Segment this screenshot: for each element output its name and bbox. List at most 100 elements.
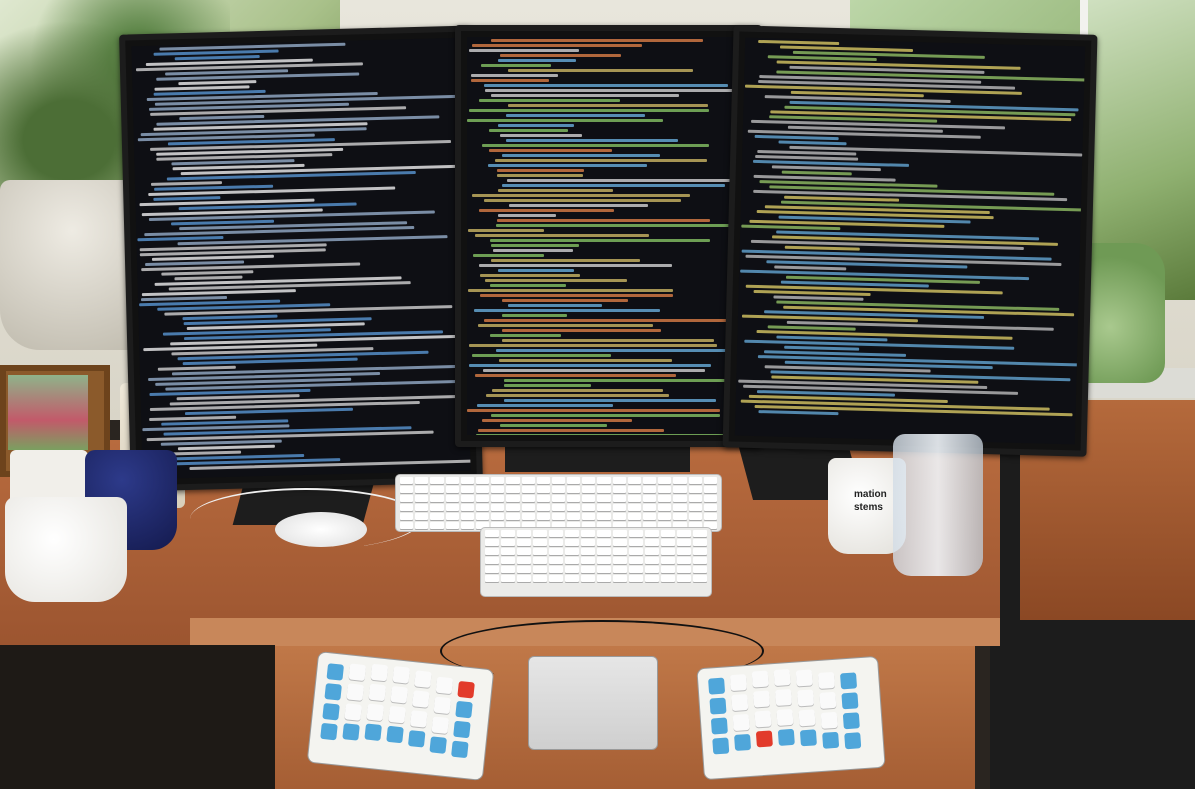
key[interactable] xyxy=(677,548,691,555)
key[interactable] xyxy=(677,575,691,582)
key[interactable] xyxy=(517,575,531,582)
split-key[interactable] xyxy=(734,733,752,751)
split-key[interactable] xyxy=(344,703,362,721)
key[interactable] xyxy=(506,504,520,511)
key[interactable] xyxy=(643,513,657,520)
key[interactable] xyxy=(612,495,626,502)
key[interactable] xyxy=(629,557,643,564)
key[interactable] xyxy=(661,548,675,555)
split-key[interactable] xyxy=(776,708,794,726)
split-key[interactable] xyxy=(729,674,747,692)
key[interactable] xyxy=(643,486,657,493)
key[interactable] xyxy=(430,486,444,493)
split-key[interactable] xyxy=(754,710,772,728)
key[interactable] xyxy=(597,575,611,582)
key[interactable] xyxy=(627,495,641,502)
key[interactable] xyxy=(582,486,596,493)
key[interactable] xyxy=(533,539,547,546)
key[interactable] xyxy=(445,495,459,502)
key[interactable] xyxy=(549,557,563,564)
split-key[interactable] xyxy=(822,731,840,749)
key[interactable] xyxy=(491,513,505,520)
key[interactable] xyxy=(629,566,643,573)
split-key[interactable] xyxy=(435,676,454,695)
key[interactable] xyxy=(460,513,474,520)
key[interactable] xyxy=(475,477,490,484)
key[interactable] xyxy=(645,557,659,564)
key[interactable] xyxy=(677,566,691,573)
split-key[interactable] xyxy=(392,666,411,684)
split-key[interactable] xyxy=(753,690,771,708)
key[interactable] xyxy=(693,539,707,546)
key[interactable] xyxy=(533,566,547,573)
key[interactable] xyxy=(673,486,687,493)
split-key[interactable] xyxy=(844,732,862,750)
key[interactable] xyxy=(643,495,657,502)
key[interactable] xyxy=(533,530,547,537)
key[interactable] xyxy=(415,486,429,493)
split-key[interactable] xyxy=(326,663,345,681)
key[interactable] xyxy=(501,539,515,546)
key[interactable] xyxy=(567,513,581,520)
split-key[interactable] xyxy=(386,725,404,744)
key[interactable] xyxy=(581,539,595,546)
key[interactable] xyxy=(445,522,459,529)
key[interactable] xyxy=(613,575,627,582)
split-key[interactable] xyxy=(755,730,773,748)
key[interactable] xyxy=(565,575,579,582)
key[interactable] xyxy=(501,575,515,582)
key[interactable] xyxy=(485,530,499,537)
key[interactable] xyxy=(688,504,702,511)
key[interactable] xyxy=(677,530,691,537)
key[interactable] xyxy=(517,548,531,555)
key[interactable] xyxy=(597,530,611,537)
split-key[interactable] xyxy=(819,691,837,709)
key[interactable] xyxy=(703,513,717,520)
split-key[interactable] xyxy=(324,683,342,701)
key[interactable] xyxy=(612,504,626,511)
key[interactable] xyxy=(491,504,505,511)
split-key[interactable] xyxy=(840,672,858,690)
key[interactable] xyxy=(521,513,535,520)
key[interactable] xyxy=(533,557,547,564)
key[interactable] xyxy=(565,539,579,546)
key[interactable] xyxy=(491,477,505,484)
key[interactable] xyxy=(629,575,643,582)
key[interactable] xyxy=(549,548,563,555)
key[interactable] xyxy=(613,566,627,573)
split-key[interactable] xyxy=(799,729,817,747)
key[interactable] xyxy=(485,557,499,564)
key[interactable] xyxy=(629,530,643,537)
key[interactable] xyxy=(612,486,626,493)
key[interactable] xyxy=(551,477,566,484)
key[interactable] xyxy=(582,495,596,502)
key[interactable] xyxy=(673,504,687,511)
key[interactable] xyxy=(460,522,474,529)
key[interactable] xyxy=(549,530,563,537)
key[interactable] xyxy=(475,504,490,511)
key[interactable] xyxy=(581,566,595,573)
split-key[interactable] xyxy=(322,702,340,721)
key[interactable] xyxy=(415,495,429,502)
key[interactable] xyxy=(415,477,429,484)
key[interactable] xyxy=(565,566,579,573)
split-key[interactable] xyxy=(412,690,430,708)
key[interactable] xyxy=(661,530,675,537)
key[interactable] xyxy=(597,504,611,511)
key[interactable] xyxy=(661,566,675,573)
split-key[interactable] xyxy=(410,710,428,728)
split-key[interactable] xyxy=(453,720,471,739)
key[interactable] xyxy=(661,539,675,546)
key[interactable] xyxy=(430,504,444,511)
key[interactable] xyxy=(612,513,626,520)
key[interactable] xyxy=(627,486,641,493)
key[interactable] xyxy=(533,548,547,555)
split-key[interactable] xyxy=(431,716,450,734)
split-key[interactable] xyxy=(773,668,791,687)
key[interactable] xyxy=(627,504,641,511)
key[interactable] xyxy=(536,486,550,493)
split-key[interactable] xyxy=(348,663,367,682)
key[interactable] xyxy=(597,477,611,484)
key[interactable] xyxy=(400,477,414,484)
split-key[interactable] xyxy=(777,728,795,746)
